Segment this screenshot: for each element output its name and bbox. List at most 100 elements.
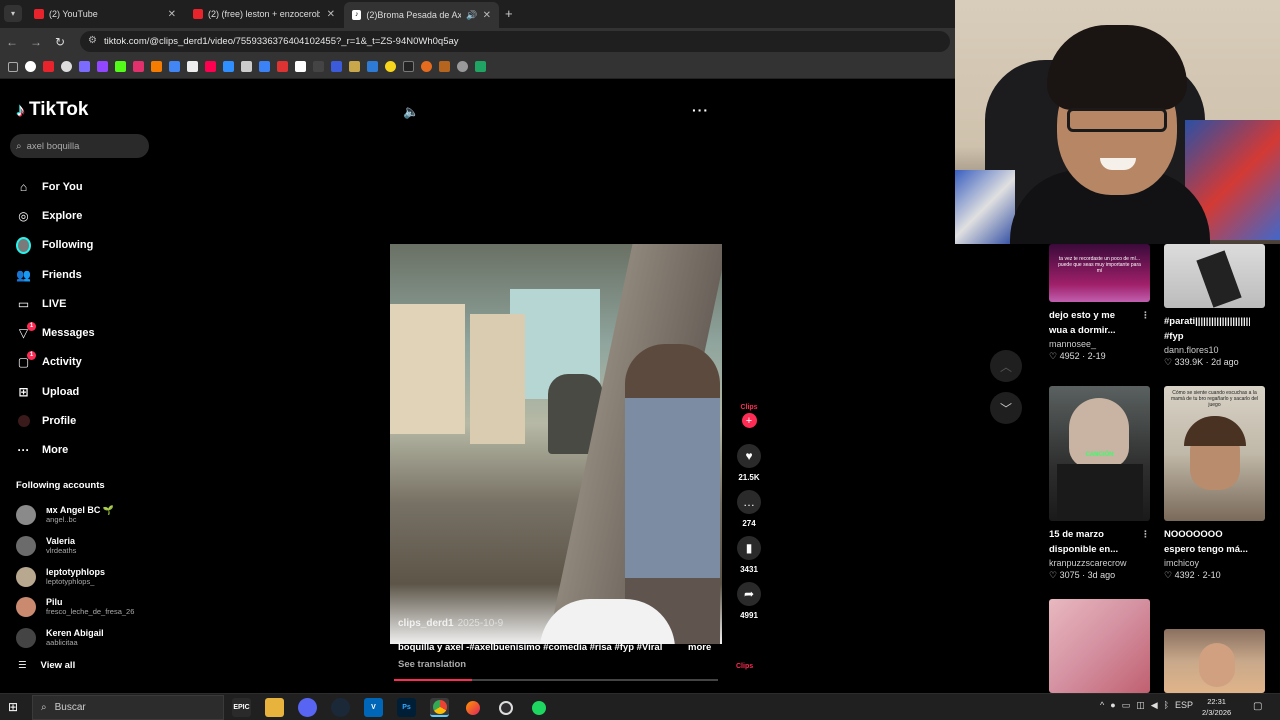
sidebar-item-following[interactable]: Following [16,231,95,260]
apps-grid-icon[interactable] [8,61,18,72]
following-account[interactable]: ᴍx Angel BC 🌱 angel..bc [16,500,134,531]
video-caption[interactable]: boquilla y axel -#axelbuenisimo #comedia… [398,642,662,653]
following-account[interactable]: leptotyphlops leptotyphlops_ [16,561,134,592]
notification-icon[interactable]: ▢ [1253,701,1262,712]
card-author[interactable]: dann.flores10 [1164,345,1265,355]
chevron-up-icon[interactable]: ︿ [990,350,1022,382]
recommended-card[interactable]: Cómo se siente cuando escuchas a la mamá… [1164,386,1265,581]
epic-games-icon[interactable]: EPIC [232,698,251,717]
bookmark-icon[interactable] [403,61,414,72]
bookmark-icon[interactable] [367,61,378,72]
sidebar-item-messages[interactable]: ▽ 1 Messages [16,318,95,347]
new-tab-icon[interactable]: + [505,6,513,21]
following-account[interactable]: Valeria vlrdeaths [16,531,134,562]
forward-arrow-icon[interactable]: → [24,35,48,49]
sidebar-item-profile[interactable]: Profile [16,406,95,435]
recommended-card[interactable]: #parati|||||||||||||||||||||||| #fyp⋮ da… [1164,244,1265,368]
sidebar-item-live[interactable]: ▭ LIVE [16,289,95,318]
video-author[interactable]: clips_derd1 2025-10-9 [398,618,503,629]
network-icon[interactable]: ◫ [1136,700,1145,711]
address-bar[interactable]: ⚙ tiktok.com/@clips_derd1/video/75593363… [80,31,950,52]
tab-search-dropdown[interactable]: ▾ [4,5,22,22]
sidebar-item-friends[interactable]: 👥 Friends [16,260,95,289]
taskbar-clock[interactable]: 22:31 2/3/2026 [1202,696,1231,718]
card-author[interactable]: imchicoy [1164,558,1265,568]
tiktok-logo[interactable]: ♪ TikTok [16,99,88,121]
bookmark-icon[interactable] [241,61,252,72]
bookmark-icon[interactable] [349,61,360,72]
sidebar-item-activity[interactable]: ▢ 1 Activity [16,348,95,377]
taskbar-search[interactable]: ⌕ Buscar [32,695,224,720]
kebab-icon[interactable]: ⋮ [1141,308,1150,323]
language-indicator[interactable]: ESP [1175,700,1193,711]
reload-icon[interactable]: ↻ [48,35,72,49]
bookmark-icon[interactable] [421,61,432,72]
close-tab-icon[interactable]: ✕ [327,9,335,20]
site-info-icon[interactable]: ⚙ [88,35,97,46]
obs-icon[interactable] [496,698,515,717]
steam-icon[interactable] [331,698,350,717]
tab-youtube-2[interactable]: (2) (free) leston + enzocerobuilt ✕ [185,4,343,24]
bookmark-icon[interactable] [313,61,324,72]
discord-icon[interactable] [298,698,317,717]
music-disc-icon[interactable]: Clips [736,663,753,670]
volume-icon[interactable]: 🔈 [403,104,419,120]
following-account[interactable]: Keren Abigail aablicitaa [16,623,134,654]
view-all-button[interactable]: ☰ View all [18,660,75,671]
notion-icon[interactable] [295,61,306,72]
sheets-icon[interactable] [475,61,486,72]
bookmark-icon[interactable] [259,61,270,72]
spotify-icon[interactable] [529,698,548,717]
share-icon[interactable]: ➦ [737,582,761,606]
heart-icon[interactable]: ♥ [737,444,761,468]
bookmark-icon[interactable] [205,61,216,72]
following-account[interactable]: Pilu fresco_leche_de_fresa_26 [16,592,134,623]
sidebar-item-more[interactable]: ··· More [16,436,95,465]
comment-icon[interactable]: … [737,490,761,514]
tab-youtube[interactable]: (2) YouTube ✕ [26,4,184,24]
bookmark-icon[interactable] [331,61,342,72]
recommended-card[interactable] [1049,599,1150,693]
twitch-icon[interactable] [97,61,108,72]
tab-tiktok-active[interactable]: ♪ (2)Broma Pesada de Axel a 🔊 ✕ [344,2,499,28]
windows-start-icon[interactable]: ⊞ [8,700,18,714]
instagram-icon[interactable] [133,61,144,72]
tray-icon[interactable]: ▭ [1122,700,1131,711]
x-icon[interactable] [187,61,198,72]
youtube-bookmark-icon[interactable] [43,61,54,72]
recommended-card[interactable]: ta vez te recordaste un poco de mí... pu… [1049,244,1150,362]
google-icon[interactable] [25,61,36,72]
kick-icon[interactable] [115,61,126,72]
bookmark-icon[interactable] [151,61,162,72]
photoshop-icon[interactable]: Ps [397,698,416,717]
kebab-icon[interactable]: ⋮ [1141,527,1150,542]
close-tab-icon[interactable]: ✕ [168,9,176,20]
vscode-icon[interactable]: V [364,698,383,717]
video-progress-bar[interactable] [394,679,718,681]
caption-more-button[interactable]: more [688,642,711,653]
chevron-up-icon[interactable]: ^ [1100,700,1104,711]
see-translation-button[interactable]: See translation [398,659,466,670]
translate-icon[interactable] [169,61,180,72]
creator-badge[interactable]: Clips [734,404,764,411]
bookmark-icon[interactable] [457,61,468,72]
video-player[interactable] [390,244,722,644]
bookmark-icon[interactable]: ▮ [737,536,761,560]
audio-playing-icon[interactable]: 🔊 [466,10,477,21]
bookmark-icon[interactable] [223,61,234,72]
microphone-icon[interactable]: ● [1110,700,1115,711]
recommended-card[interactable]: CANCIÓN 15 de marzo disponible en... ⋮ kr… [1049,386,1150,581]
more-options-icon[interactable]: ··· [692,102,709,118]
chevron-down-icon[interactable]: ﹀ [990,392,1022,424]
bookmark-icon[interactable] [79,61,90,72]
firefox-icon[interactable] [463,698,482,717]
search-input[interactable]: ⌕ axel boquilla [10,134,149,158]
file-explorer-icon[interactable] [265,698,284,717]
card-author[interactable]: kranpuzzscarecrow [1049,558,1150,568]
kebab-icon[interactable]: ⋮ [1264,527,1265,542]
back-arrow-icon[interactable]: ← [0,35,24,49]
sidebar-item-for-you[interactable]: ⌂ For You [16,172,95,201]
bookmark-icon[interactable] [61,61,72,72]
volume-icon[interactable]: ◀ [1151,700,1158,711]
bookmark-icon[interactable] [277,61,288,72]
